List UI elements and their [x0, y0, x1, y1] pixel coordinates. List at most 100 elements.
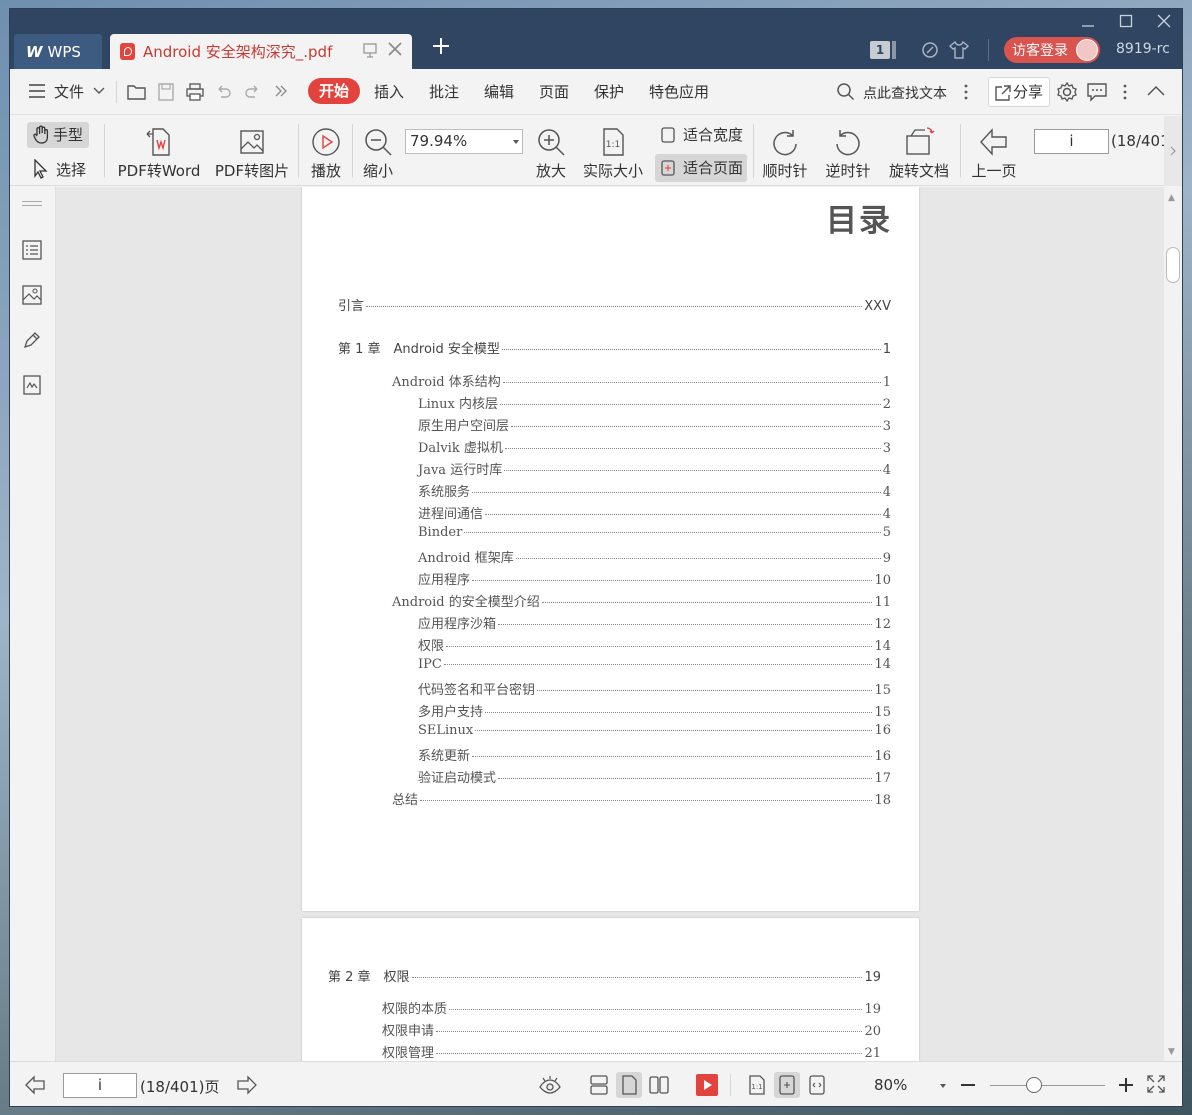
search-text-button[interactable]: 点此查找文本 [863, 83, 947, 103]
toc-entry[interactable]: Android 体系结构 1 [392, 371, 891, 390]
close-window-icon[interactable] [1156, 13, 1172, 29]
zoom-select[interactable]: 79.94% [405, 129, 523, 154]
scroll-up-icon[interactable]: ▲ [1168, 193, 1175, 203]
toc-entry[interactable]: 进程间通信 4 [418, 503, 891, 522]
toc-entry[interactable]: 权限 14 [418, 635, 891, 654]
file-menu[interactable]: 文件 [54, 81, 84, 102]
document-view[interactable]: 目录 引言 XXV 第 1 章 Android 安全模型 1 Android 体系结构 1… [56, 187, 1164, 1061]
toc-entry[interactable]: 权限申请 20 [382, 1020, 881, 1039]
thumbnail-icon[interactable] [21, 284, 43, 306]
zoom-dropdown-icon[interactable] [940, 1084, 946, 1091]
signature-icon[interactable] [21, 374, 43, 396]
tab-wps-home[interactable]: W WPS [14, 34, 102, 69]
tab-start[interactable]: 开始 [308, 78, 360, 104]
toc-entry[interactable]: 权限的本质 19 [382, 998, 881, 1017]
share-button[interactable]: 分享 [988, 77, 1050, 107]
pdf-to-image-button[interactable]: PDF转图片 [212, 126, 292, 181]
zoom-out-button[interactable]: 缩小 [360, 126, 396, 181]
tab-protect[interactable]: 保护 [594, 81, 624, 102]
tab-annotate[interactable]: 批注 [429, 81, 459, 102]
status-fit-width-button[interactable] [804, 1072, 830, 1098]
tile-icon[interactable] [892, 41, 896, 59]
single-page-view-button[interactable] [616, 1072, 642, 1098]
search-options-icon[interactable] [964, 83, 968, 101]
toc-entry[interactable]: 第 1 章 Android 安全模型 1 [338, 338, 891, 357]
tab-document[interactable]: Android 安全架构深究_.pdf [110, 34, 412, 69]
zoom-in-button[interactable]: 放大 [534, 126, 568, 181]
toc-entry[interactable]: 原生用户空间层 3 [418, 415, 891, 434]
toc-entry[interactable]: 应用程序 10 [418, 569, 891, 588]
save-icon[interactable] [156, 82, 176, 102]
page-number-input[interactable]: i [1034, 129, 1109, 154]
toc-entry[interactable]: Linux 内核层 2 [418, 393, 891, 412]
toc-entry[interactable]: 代码签名和平台密钥 15 [418, 679, 891, 698]
toc-entry[interactable]: Android 框架库 9 [418, 547, 891, 566]
shirt-icon[interactable] [948, 40, 970, 60]
print-icon[interactable] [185, 82, 205, 102]
maximize-icon[interactable] [1118, 13, 1134, 29]
comment-icon[interactable] [1086, 82, 1108, 102]
rotate-document-button[interactable]: 旋转文档 [886, 126, 952, 181]
sidebar-grip[interactable] [22, 201, 42, 202]
toc-entry[interactable]: 总结 18 [392, 789, 891, 808]
open-folder-icon[interactable] [126, 82, 148, 102]
outline-icon[interactable] [21, 239, 43, 261]
tab-edit[interactable]: 编辑 [484, 81, 514, 102]
toc-entry[interactable]: Android 的安全模型介绍 11 [392, 591, 891, 610]
toc-entry[interactable]: SELinux 16 [418, 723, 891, 738]
continuous-view-button[interactable] [586, 1072, 612, 1098]
close-tab-icon[interactable] [386, 40, 404, 58]
tab-insert[interactable]: 插入 [374, 81, 404, 102]
prev-page-arrow-icon[interactable] [24, 1075, 46, 1095]
rotate-counterclockwise-button[interactable]: 逆时针 [823, 126, 873, 181]
zoom-plus-icon[interactable] [1118, 1077, 1134, 1093]
skin-icon[interactable] [920, 40, 940, 60]
more-chevron-icon[interactable] [274, 84, 288, 98]
redo-icon[interactable] [244, 83, 262, 101]
actual-size-button[interactable]: 1:1 实际大小 [580, 126, 646, 181]
vertical-scrollbar[interactable]: ▲ ▼ [1164, 187, 1182, 1061]
undo-icon[interactable] [214, 83, 232, 101]
new-tab-button[interactable] [431, 36, 451, 56]
toc-entry[interactable]: Java 运行时库 4 [418, 459, 891, 478]
rotate-clockwise-button[interactable]: 顺时针 [760, 126, 810, 181]
toc-entry[interactable]: 引言 XXV [338, 295, 891, 314]
toc-entry[interactable]: 验证启动模式 17 [418, 767, 891, 786]
hand-tool-button[interactable]: 手型 [27, 122, 89, 148]
tab-special-apps[interactable]: 特色应用 [649, 81, 709, 102]
fit-width-button[interactable]: 适合宽度 [655, 121, 743, 149]
search-icon[interactable] [836, 82, 856, 102]
scrollbar-thumb[interactable] [1166, 247, 1180, 283]
eye-protection-icon[interactable] [538, 1075, 562, 1095]
two-page-view-button[interactable] [646, 1072, 672, 1098]
fit-page-button[interactable]: 适合页面 [655, 154, 747, 182]
fullscreen-icon[interactable] [1146, 1074, 1166, 1094]
minimize-icon[interactable] [1080, 13, 1096, 29]
pdf-to-word-button[interactable]: PDF转Word [114, 126, 204, 181]
collapse-ribbon-icon[interactable] [1146, 85, 1166, 97]
zoom-percent-text[interactable]: 80% [874, 1076, 907, 1094]
zoom-minus-icon[interactable] [960, 1077, 976, 1093]
zoom-slider-handle[interactable] [1026, 1077, 1042, 1093]
next-page-arrow-icon[interactable] [236, 1075, 258, 1095]
toc-entry[interactable]: 第 2 章 权限 19 [328, 966, 881, 985]
toc-entry[interactable]: IPC 14 [418, 657, 891, 672]
toc-entry[interactable]: 系统更新 16 [418, 745, 891, 764]
slideshow-play-button[interactable] [696, 1074, 718, 1096]
play-button[interactable]: 播放 [306, 126, 346, 181]
zoom-slider-track[interactable] [990, 1085, 1105, 1086]
toc-entry[interactable]: 多用户支持 15 [418, 701, 891, 720]
settings-gear-icon[interactable] [1056, 81, 1078, 103]
status-actual-size-button[interactable]: 1:1 [744, 1072, 770, 1098]
tab-page[interactable]: 页面 [539, 81, 569, 102]
status-fit-page-button[interactable] [774, 1072, 800, 1098]
more-options-icon[interactable] [1123, 83, 1127, 101]
pin-tab-icon[interactable] [362, 42, 378, 58]
toc-entry[interactable]: 权限管理 21 [382, 1042, 881, 1061]
chevron-down-icon[interactable] [93, 86, 105, 96]
toc-entry[interactable]: Dalvik 虚拟机 3 [418, 437, 891, 456]
status-page-input[interactable]: i [63, 1073, 137, 1098]
toolbar-scroll-right[interactable] [1164, 116, 1182, 186]
toc-entry[interactable]: 应用程序沙箱 12 [418, 613, 891, 632]
hamburger-icon[interactable] [28, 83, 46, 99]
